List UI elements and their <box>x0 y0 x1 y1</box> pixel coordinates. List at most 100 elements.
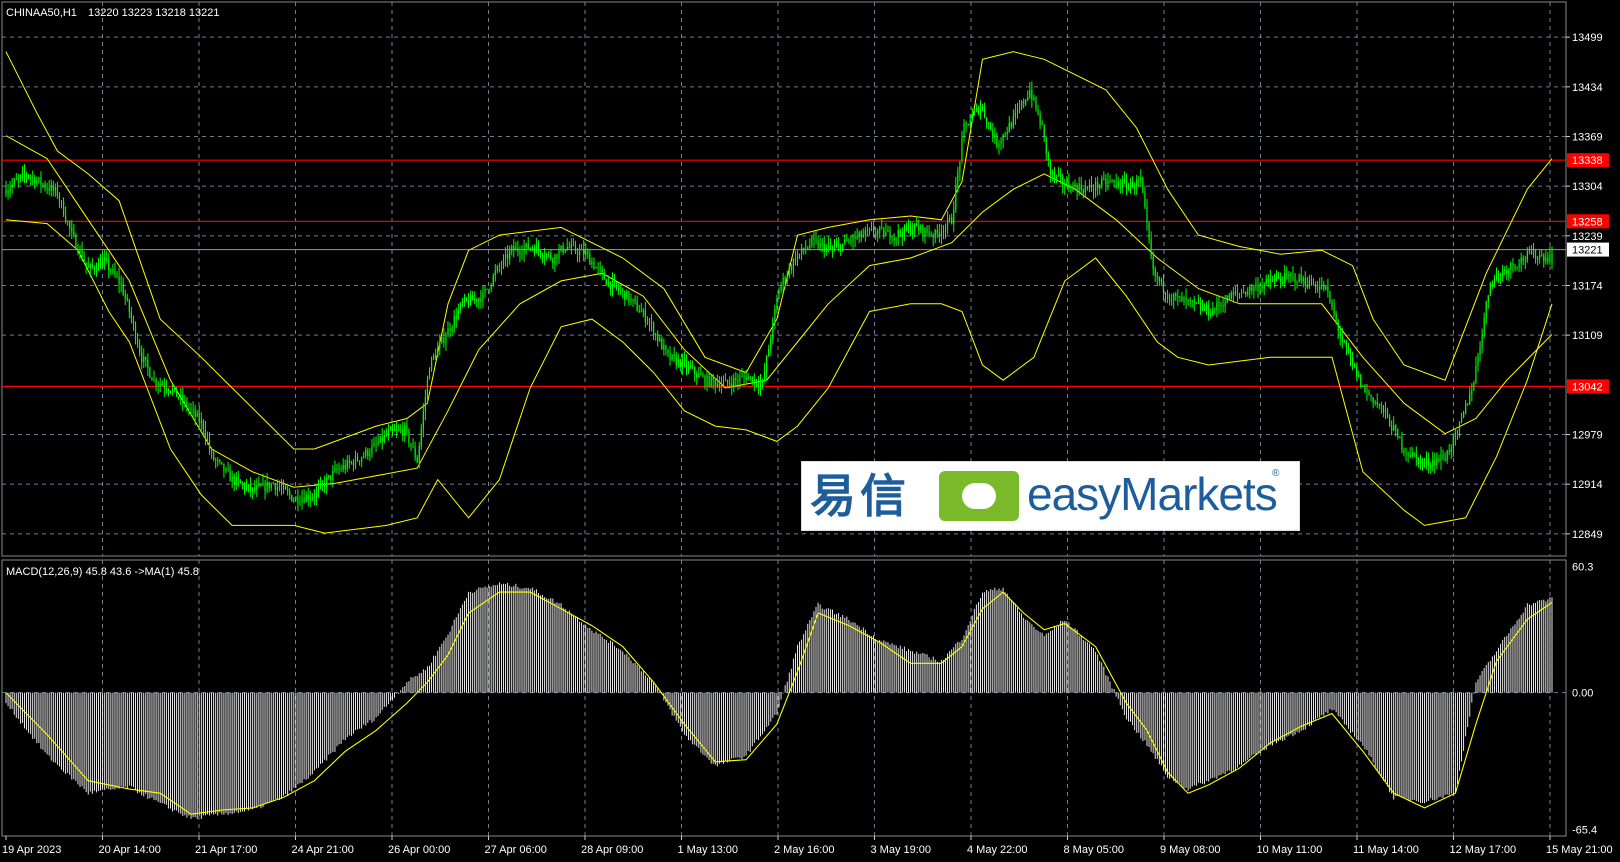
y-tick-label: 13109 <box>1572 330 1603 342</box>
candle-body <box>1374 401 1376 404</box>
candle-body <box>1218 302 1220 307</box>
candle-body <box>416 457 418 463</box>
candle-body <box>963 123 965 139</box>
candle-body <box>108 259 110 271</box>
candle-body <box>1512 263 1514 266</box>
candle-body <box>1025 99 1027 104</box>
candle-body <box>500 265 503 268</box>
x-tick-label: 28 Apr 09:00 <box>581 844 643 856</box>
candle-body <box>1399 436 1401 439</box>
candle-body <box>262 482 264 486</box>
candle-body <box>626 291 628 300</box>
candle-body <box>1430 465 1432 467</box>
candle-body <box>340 469 342 471</box>
candle-body <box>673 354 675 357</box>
candle-body <box>412 445 414 448</box>
candle-body <box>488 288 490 290</box>
candle-body <box>161 383 163 386</box>
candle-body <box>844 239 846 244</box>
candle-body <box>1125 180 1128 190</box>
candle-body <box>1312 284 1315 286</box>
candle-body <box>848 240 850 242</box>
candle-body <box>334 468 336 471</box>
candle-body <box>295 496 297 501</box>
candle-body <box>1448 450 1450 453</box>
candle-body <box>920 225 922 231</box>
candle-body <box>1442 454 1444 459</box>
candle-body <box>311 497 313 499</box>
candle-body <box>1016 109 1019 113</box>
candle-body <box>1465 403 1467 413</box>
candle-body <box>361 457 363 462</box>
candle-body <box>106 257 108 260</box>
candle-body <box>439 342 441 349</box>
candle-body <box>683 359 686 361</box>
candle-body <box>568 247 570 248</box>
candle-body <box>1136 179 1138 187</box>
candle-body <box>34 177 36 184</box>
ohlc-text: 13220 13223 13218 13221 <box>88 7 220 19</box>
candle-body <box>208 439 211 450</box>
candle-body <box>266 481 268 491</box>
candle-body <box>139 345 141 353</box>
candle-body <box>1485 301 1487 318</box>
candle-body <box>1452 436 1454 449</box>
candle-body <box>455 316 457 319</box>
candle-body <box>885 231 887 237</box>
candle-body <box>400 429 402 431</box>
candle-body <box>132 318 135 325</box>
candle-body <box>367 449 369 456</box>
candle-body <box>50 185 52 191</box>
candle-body <box>441 337 443 343</box>
candle-body <box>650 322 653 324</box>
candle-body <box>926 227 928 233</box>
candle-body <box>1300 274 1302 282</box>
candle-body <box>1417 457 1419 465</box>
candle-body <box>1240 293 1243 295</box>
candle-body <box>241 483 244 485</box>
candle-body <box>1356 366 1358 377</box>
candle-body <box>811 237 813 246</box>
candle-body <box>1321 284 1323 287</box>
candle-body <box>675 356 677 366</box>
candle-body <box>104 257 106 261</box>
candle-body <box>322 482 324 484</box>
candle-body <box>560 245 562 251</box>
candle-body <box>118 276 120 284</box>
candle-body <box>313 497 315 498</box>
candle-body <box>1146 207 1148 223</box>
candle-body <box>706 375 708 386</box>
candle-body <box>1407 452 1409 455</box>
candle-body <box>842 243 844 251</box>
candle-body <box>73 230 75 235</box>
candle-body <box>727 379 729 384</box>
candle-body <box>525 243 527 248</box>
candle-body <box>1084 187 1086 193</box>
candle-body <box>169 390 172 392</box>
candle-body <box>1142 177 1144 193</box>
candle-body <box>558 250 560 259</box>
candle-body <box>556 254 558 259</box>
candle-body <box>1228 295 1230 300</box>
candle-body <box>1368 391 1370 395</box>
candle-body <box>687 365 690 369</box>
candle-body <box>815 239 817 241</box>
logo-english-text: easyMarkets <box>1027 468 1278 520</box>
candle-body <box>79 249 81 254</box>
candle-body <box>210 449 213 453</box>
candle-body <box>225 468 227 472</box>
candle-body <box>1378 404 1380 406</box>
candle-body <box>544 256 546 258</box>
x-tick-label: 27 Apr 06:00 <box>485 844 547 856</box>
candle-body <box>784 277 786 282</box>
candle-body <box>907 226 910 230</box>
candle-body <box>502 258 505 266</box>
candle-body <box>433 355 435 358</box>
candle-body <box>1296 282 1298 284</box>
candle-body <box>1522 257 1524 261</box>
candle-body <box>572 244 575 246</box>
candle-body <box>303 498 305 503</box>
candle-body <box>202 421 204 430</box>
candle-body <box>1477 355 1479 366</box>
candle-body <box>909 226 912 234</box>
